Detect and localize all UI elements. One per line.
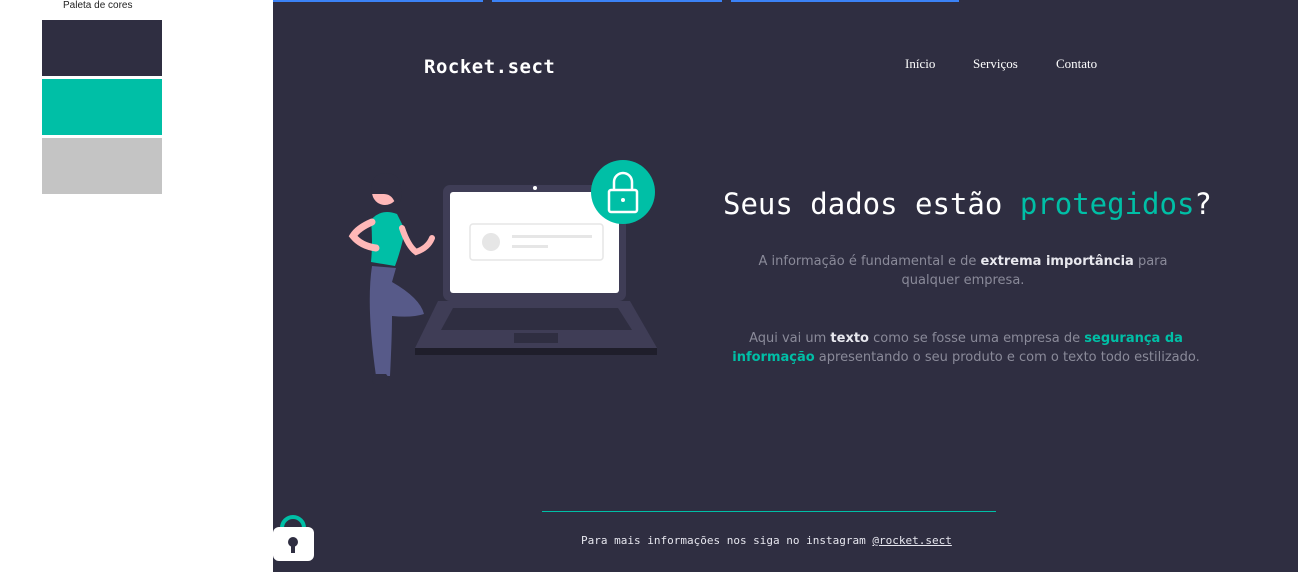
- padlock-icon: [591, 160, 655, 224]
- nav-servicos[interactable]: Serviços: [973, 56, 1018, 72]
- nav-inicio[interactable]: Início: [905, 56, 935, 72]
- p2-text-a: Aqui vai um: [749, 331, 831, 346]
- p2-text-c: como se fosse uma empresa de: [868, 331, 1085, 346]
- footer-text: Para mais informações nos siga no instag…: [581, 534, 952, 547]
- headline-suffix: ?: [1194, 187, 1212, 221]
- p1-text-a: A informação é fundamental e de: [758, 254, 981, 269]
- footer-label: Para mais informações nos siga no instag…: [581, 534, 873, 547]
- instagram-link[interactable]: @rocket.sect: [872, 534, 951, 547]
- hero-headline: Seus dados estão protegidos?: [723, 187, 1212, 221]
- hero-paragraph-2: Aqui vai um texto como se fosse uma empr…: [725, 329, 1207, 367]
- nav-contato[interactable]: Contato: [1056, 56, 1097, 72]
- hero-paragraph-1: A informação é fundamental e de extrema …: [743, 252, 1183, 290]
- swatch-teal: [42, 79, 162, 135]
- swatch-gray: [42, 138, 162, 194]
- p1-bold: extrema importância: [980, 254, 1134, 269]
- color-palette-panel: Paleta de cores: [0, 0, 273, 572]
- main-page: Rocket.sect Início Serviços Contato Seus…: [273, 0, 1298, 572]
- p2-text-e: apresentando o seu produto e com o texto…: [814, 350, 1200, 365]
- padlock-button-icon[interactable]: [273, 512, 317, 562]
- p2-bold: texto: [830, 331, 869, 346]
- browser-line: [273, 0, 483, 2]
- palette-title: Paleta de cores: [63, 0, 133, 11]
- browser-line: [492, 0, 722, 2]
- headline-prefix: Seus dados estão: [723, 187, 1020, 221]
- swatch-dark: [42, 20, 162, 76]
- footer-divider: [542, 511, 996, 512]
- logo[interactable]: Rocket.sect: [424, 56, 555, 78]
- headline-accent: protegidos: [1019, 187, 1195, 221]
- browser-line: [731, 0, 959, 2]
- security-illustration: [348, 160, 657, 384]
